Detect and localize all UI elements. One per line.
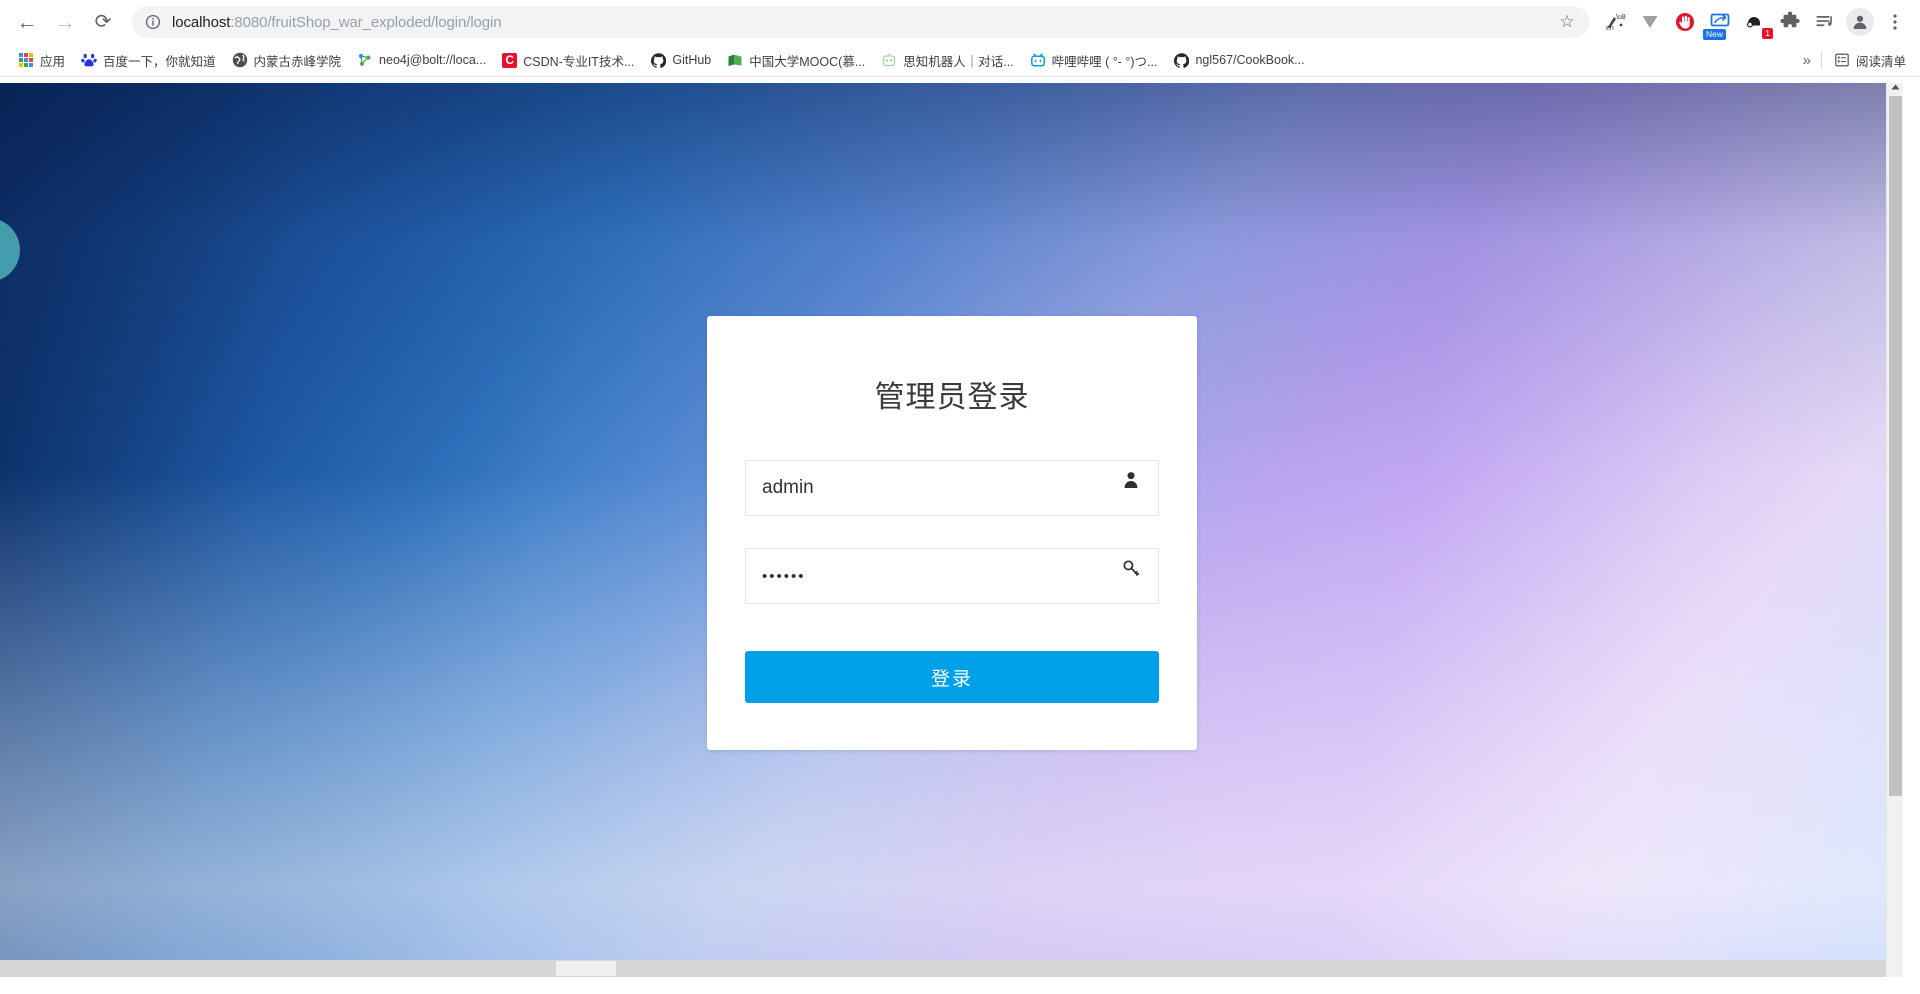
svg-text:en: en <box>1606 25 1614 32</box>
reading-list-label: 阅读清单 <box>1855 54 1906 69</box>
bookmark-chatbot[interactable]: 思知机器人｜对话... <box>873 47 1021 73</box>
baidu-favicon <box>81 52 97 68</box>
horizontal-scrollbar-thumb[interactable] <box>556 961 616 976</box>
password-field[interactable] <box>745 548 1159 604</box>
profile-avatar[interactable] <box>1843 5 1877 39</box>
bookmark-label: 思知机器人｜对话... <box>903 54 1014 69</box>
screenshot-extension-icon[interactable]: New <box>1703 5 1737 40</box>
translate-extension-icon[interactable]: en \u82f1 <box>1598 5 1632 39</box>
notification-extension-icon[interactable]: 1 <box>1738 5 1773 39</box>
bookmarks-overflow-button[interactable]: » <box>1793 52 1821 69</box>
decorative-circle <box>0 218 20 282</box>
bookmark-chifeng-university[interactable]: 内蒙古赤峰学院 <box>224 47 350 73</box>
bookmarks-divider <box>1820 51 1822 69</box>
bilibili-favicon <box>1030 52 1046 68</box>
login-page-background: 管理员登录 admin 登录 <box>0 78 1903 977</box>
chrome-menu-icon[interactable] <box>1878 5 1912 39</box>
login-card: 管理员登录 admin 登录 <box>707 316 1197 750</box>
robot-favicon <box>881 52 897 68</box>
bookmark-github[interactable]: GitHub <box>642 47 719 73</box>
github-favicon <box>650 52 666 68</box>
extensions-puzzle-icon[interactable] <box>1773 5 1807 39</box>
page-viewport: 管理员登录 admin 登录 <box>0 78 1920 994</box>
bookmark-label: CSDN-专业IT技术... <box>523 54 635 69</box>
globe-favicon <box>232 52 248 68</box>
download-chevron-extension-icon[interactable] <box>1633 5 1667 39</box>
key-icon <box>1120 557 1142 579</box>
login-button[interactable]: 登录 <box>745 651 1159 703</box>
mooc-favicon <box>727 52 743 68</box>
url-text: localhost:8080/fruitShop_war_exploded/lo… <box>172 14 1553 31</box>
password-input[interactable] <box>746 549 1158 603</box>
browser-toolbar: ← → ⟳ localhost:8080/fruitShop_war_explo… <box>0 0 1920 44</box>
new-badge: New <box>1703 29 1727 40</box>
browser-chrome: ← → ⟳ localhost:8080/fruitShop_war_explo… <box>0 0 1920 83</box>
bookmark-apps[interactable]: 应用 <box>10 47 73 73</box>
bookmark-label: GitHub <box>672 53 712 67</box>
bookmark-label: 中国大学MOOC(慕... <box>749 54 866 69</box>
notification-count-badge: 1 <box>1762 28 1773 39</box>
bookmark-neo4j[interactable]: neo4j@bolt://loca... <box>349 47 494 73</box>
bookmark-cookbook[interactable]: ngl567/CookBook... <box>1165 47 1312 73</box>
page-title: 管理员登录 <box>874 381 1030 414</box>
bookmark-label: 应用 <box>40 54 66 69</box>
back-arrow-icon: ← <box>16 10 38 34</box>
username-field[interactable] <box>745 460 1159 516</box>
bookmarks-bar: 应用 百度一下，你就知道 内蒙古赤峰学院 neo4j@bolt://loca..… <box>0 44 1920 77</box>
bookmark-bilibili[interactable]: 哔哩哔哩 ( °- °)つ... <box>1022 47 1166 73</box>
apps-grid-icon <box>18 52 34 68</box>
bookmark-baidu[interactable]: 百度一下，你就知道 <box>73 47 224 73</box>
user-icon <box>1120 469 1142 491</box>
reading-list-button[interactable]: 阅读清单 <box>1826 47 1914 73</box>
scrollbar-corner <box>1886 960 1903 977</box>
forward-button[interactable]: → <box>46 3 84 41</box>
vertical-scrollbar[interactable] <box>1886 78 1903 977</box>
url-path: :8080/fruitShop_war_exploded/login/login <box>230 13 502 31</box>
url-host: localhost <box>172 13 231 31</box>
bookmark-label: 百度一下，你就知道 <box>103 54 216 69</box>
neo4j-favicon <box>357 52 373 68</box>
media-playlist-icon[interactable] <box>1808 5 1842 39</box>
info-circle-icon[interactable] <box>144 13 162 31</box>
reload-icon: ⟳ <box>94 11 112 33</box>
bookmark-mooc[interactable]: 中国大学MOOC(慕... <box>719 47 873 73</box>
vertical-scrollbar-thumb[interactable] <box>1889 96 1902 796</box>
reading-list-icon <box>1834 52 1850 68</box>
csdn-favicon: C <box>502 52 518 68</box>
bookmark-star-icon[interactable]: ☆ <box>1553 8 1581 36</box>
forward-arrow-icon: → <box>54 10 76 34</box>
bookmark-label: 哔哩哔哩 ( °- °)つ... <box>1051 54 1158 69</box>
back-button[interactable]: ← <box>8 3 46 41</box>
adblock-extension-icon[interactable] <box>1668 5 1702 39</box>
bookmark-label: neo4j@bolt://loca... <box>379 53 487 67</box>
horizontal-scrollbar[interactable] <box>0 960 1903 977</box>
bookmark-csdn[interactable]: C CSDN-专业IT技术... <box>494 47 642 73</box>
github-favicon <box>1173 52 1189 68</box>
username-input[interactable] <box>746 461 1158 515</box>
bookmark-label: ngl567/CookBook... <box>1195 53 1305 67</box>
reload-button[interactable]: ⟳ <box>84 3 122 41</box>
svg-text:\u82f1: \u82f1 <box>1616 14 1626 21</box>
address-bar[interactable]: localhost:8080/fruitShop_war_exploded/lo… <box>132 6 1589 38</box>
bookmark-label: 内蒙古赤峰学院 <box>253 54 342 69</box>
